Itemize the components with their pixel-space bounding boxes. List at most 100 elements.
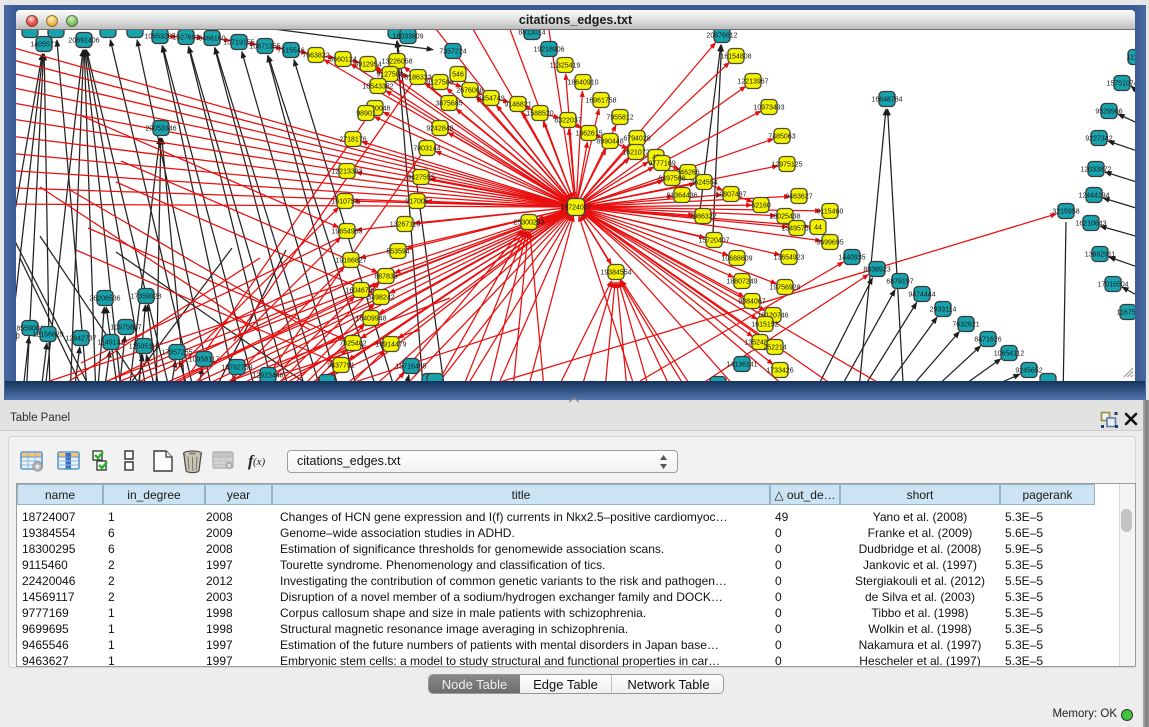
svg-text:546: 546 [452,72,464,79]
svg-text:8471626: 8471626 [974,337,1001,344]
svg-text:9777169: 9777169 [648,161,675,168]
svg-text:10807487: 10807487 [715,192,746,199]
svg-text:12975125: 12975125 [771,162,802,169]
svg-text:553594: 553594 [386,249,409,256]
svg-text:19218906: 19218906 [533,47,564,54]
svg-text:12923448: 12923448 [252,373,283,380]
svg-text:10671355: 10671355 [249,44,280,51]
svg-text:26206536: 26206536 [89,296,120,303]
svg-text:18640910: 18640910 [567,80,598,87]
svg-text:10025438: 10025438 [769,214,800,221]
svg-text:2718176: 2718176 [339,137,366,144]
svg-text:13495756: 13495756 [781,226,812,233]
svg-text:12033872: 12033872 [1080,167,1111,174]
svg-text:25300293: 25300293 [513,220,544,227]
svg-text:8813014: 8813014 [518,30,545,37]
svg-text:9242848: 9242848 [426,126,453,133]
svg-text:9115460: 9115460 [817,209,844,216]
svg-text:10958117: 10958117 [189,357,220,364]
svg-text:16409948: 16409948 [355,316,386,323]
svg-text:20691406: 20691406 [68,38,99,45]
svg-text:5498242: 5498242 [367,295,394,302]
svg-text:10688609: 10688609 [721,256,752,263]
svg-text:7515546: 7515546 [277,48,304,55]
svg-text:12942737: 12942737 [65,336,96,343]
svg-text:6466160: 6466160 [198,36,225,43]
svg-text:10543382: 10543382 [362,84,393,91]
svg-text:3624554: 3624554 [690,180,717,187]
svg-text:9427552: 9427552 [407,175,434,182]
svg-text:44: 44 [814,225,822,232]
svg-text:8322037: 8322037 [554,118,581,125]
svg-text:19166827: 19166827 [335,258,366,265]
svg-text:12444194: 12444194 [1078,193,1109,200]
svg-text:1405571: 1405571 [30,42,57,49]
svg-text:6879197: 6879197 [886,279,913,286]
svg-text:20876612: 20876612 [706,33,737,40]
svg-text:17957255: 17957255 [161,350,192,357]
svg-text:7803144: 7803144 [413,146,440,153]
svg-text:10975887: 10975887 [110,325,141,332]
svg-text:16033809: 16033809 [392,34,423,41]
svg-text:62160: 62160 [751,203,771,210]
svg-text:17359928: 17359928 [130,294,161,301]
svg-text:10653267: 10653267 [144,34,175,41]
svg-text:9474444: 9474444 [908,292,935,299]
svg-text:7986322: 7986322 [689,214,716,221]
svg-text:16154808: 16154808 [720,54,751,61]
svg-text:16648784: 16648784 [871,97,902,104]
svg-text:13267110: 13267110 [390,222,421,229]
svg-text:12213967: 12213967 [737,79,768,86]
svg-text:9084067: 9084067 [738,299,765,306]
svg-text:1145131: 1145131 [98,340,125,347]
svg-text:3215958: 3215958 [1052,209,1079,216]
svg-text:9127509: 9127509 [376,72,403,79]
svg-text:13654923: 13654923 [773,255,804,262]
svg-text:917006: 917006 [405,199,428,206]
svg-text:15716485: 15716485 [395,364,426,371]
svg-text:20053346: 20053346 [145,126,176,133]
svg-text:391590: 391590 [16,334,20,341]
svg-text:1527602: 1527602 [172,35,199,42]
svg-text:16782759: 16782759 [221,365,252,372]
svg-text:1362615: 1362615 [575,131,602,138]
svg-text:98901: 98901 [356,111,376,118]
svg-text:(x): (x) [253,456,266,468]
svg-text:15720407: 15720407 [698,238,729,245]
svg-text:1440935: 1440935 [838,255,865,262]
svg-text:21364436: 21364436 [666,193,697,200]
svg-text:1733426: 1733426 [766,368,793,375]
svg-text:19654985: 19654985 [331,229,362,236]
svg-text:8912954: 8912954 [354,62,381,69]
svg-text:16046788: 16046788 [345,288,376,295]
svg-text:10973493: 10973493 [753,105,784,112]
svg-text:7625402: 7625402 [339,341,366,348]
svg-text:10654112: 10654112 [994,351,1025,358]
svg-text:7485063: 7485063 [768,134,795,141]
svg-text:252214: 252214 [763,345,786,352]
svg-text:1588520: 1588520 [526,111,553,118]
svg-text:887833: 887833 [374,274,397,281]
svg-text:9463627: 9463627 [785,194,812,201]
svg-text:16961758: 16961758 [585,98,616,105]
svg-text:12156829: 12156829 [32,332,63,339]
svg-text:7955812: 7955812 [606,115,633,122]
svg-text:6794028: 6794028 [623,136,650,143]
svg-text:18724007: 18724007 [560,205,591,212]
svg-text:9437791: 9437791 [327,363,354,370]
svg-text:18807249: 18807249 [726,279,757,286]
svg-text:8660124: 8660124 [329,57,356,64]
svg-text:19384554: 19384554 [600,270,631,277]
svg-text:1621072: 1621072 [622,150,649,157]
svg-text:8454749: 8454749 [477,96,504,103]
svg-text:15751074: 15751074 [1106,81,1135,88]
svg-text:9245652: 9245652 [1015,368,1042,375]
svg-text:2933114: 2933114 [930,307,957,314]
svg-text:9529966: 9529966 [1095,109,1122,116]
svg-text:19756928: 19756928 [769,285,800,292]
svg-text:8990448: 8990448 [596,139,623,146]
svg-text:13226058: 13226058 [381,59,412,66]
svg-text:2676068: 2676068 [456,88,483,95]
svg-text:8938923: 8938923 [863,267,890,274]
svg-text:1610753: 1610753 [331,199,358,206]
